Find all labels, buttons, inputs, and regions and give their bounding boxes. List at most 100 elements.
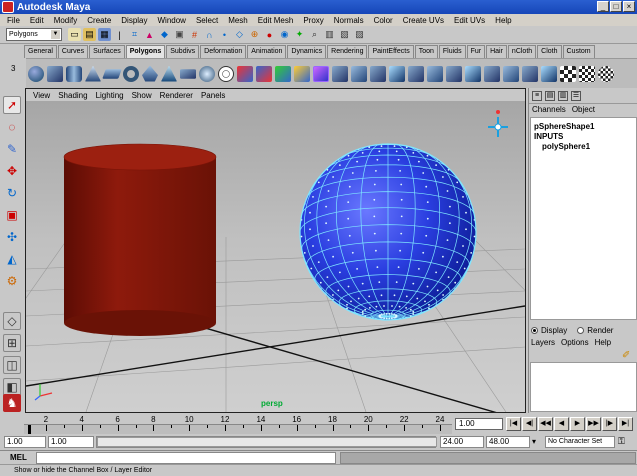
select-object-icon[interactable]: ▲ <box>143 28 156 41</box>
collapse-icon[interactable] <box>484 65 500 82</box>
poly-plane-icon[interactable] <box>102 68 122 79</box>
poly-cylinder[interactable] <box>63 143 217 336</box>
menu-edit-uvs[interactable]: Edit UVs <box>449 16 490 25</box>
attribute-icon[interactable]: ▥ <box>558 90 568 101</box>
ipr-render-icon[interactable]: ◉ <box>278 28 291 41</box>
command-language-label[interactable]: MEL <box>10 453 27 462</box>
universal-manipulator-icon[interactable]: ✣ <box>3 228 21 246</box>
step-back-frame-icon[interactable]: ◀| <box>522 417 537 431</box>
menu-set-selector[interactable]: Polygons ▼ <box>6 28 62 41</box>
step-back-key-icon[interactable]: ◀◀ <box>538 417 553 431</box>
menu-proxy[interactable]: Proxy <box>298 16 328 25</box>
end-time-field[interactable]: 48.00 <box>486 436 530 448</box>
layer-list[interactable] <box>530 362 637 412</box>
smooth-icon[interactable] <box>294 65 310 82</box>
history-icon[interactable]: ⊕ <box>248 28 261 41</box>
auto-key-icon[interactable]: ⚿ <box>618 436 636 448</box>
snap-grid-icon[interactable]: # <box>188 28 201 41</box>
scale-tool-icon[interactable]: ▣ <box>3 206 21 224</box>
display-radio[interactable] <box>531 326 538 334</box>
playback-start-field[interactable]: 1.00 <box>48 436 94 448</box>
menu-normals[interactable]: Normals <box>329 16 369 25</box>
select-hierarchy-icon[interactable]: ⌗ <box>128 28 141 41</box>
shelf-tab-deformation[interactable]: Deformation <box>200 45 247 58</box>
lasso-tool-icon[interactable]: ◌ <box>3 118 21 136</box>
bevel-icon[interactable] <box>446 65 462 82</box>
shelf-tab-dynamics[interactable]: Dynamics <box>287 45 327 58</box>
shelf-tab-subdivs[interactable]: Subdivs <box>166 45 200 58</box>
minimize-button[interactable]: _ <box>597 1 609 12</box>
render-settings-icon[interactable]: ✦ <box>293 28 306 41</box>
layer-editor-icon[interactable]: ▤ <box>545 90 555 101</box>
menu-edit[interactable]: Edit <box>25 16 49 25</box>
command-input[interactable] <box>36 452 336 464</box>
shelf-tab-curves[interactable]: Curves <box>57 45 89 58</box>
show-manipulator-icon[interactable]: ⚙ <box>3 272 21 290</box>
triangulate-icon[interactable] <box>522 65 538 82</box>
average-vertices-icon[interactable] <box>313 65 329 82</box>
select-tool-icon[interactable]: ➚ <box>3 96 21 114</box>
menu-modify[interactable]: Modify <box>49 16 83 25</box>
shelf-tab-fluids[interactable]: Fluids <box>438 45 466 58</box>
tool-settings-icon[interactable]: ▧ <box>338 28 351 41</box>
new-layer-icon[interactable]: ✐ <box>622 350 630 361</box>
character-set-arrow-icon[interactable]: ▾ <box>532 437 536 446</box>
delete-edge-icon[interactable] <box>503 65 519 82</box>
character-set-selector[interactable]: No Character Set <box>545 436 615 448</box>
step-forward-key-icon[interactable]: ▶▶ <box>586 417 601 431</box>
persp-outliner-layout-icon[interactable]: ◫ <box>3 356 21 374</box>
combine-icon[interactable] <box>237 65 253 82</box>
panel-menu-show[interactable]: Show <box>128 91 156 100</box>
list-icon[interactable]: ☰ <box>571 90 581 101</box>
shelf-tab-general[interactable]: General <box>24 45 57 58</box>
extrude-icon[interactable] <box>332 65 348 82</box>
shelf-tab-rendering[interactable]: Rendering <box>327 45 368 58</box>
snap-plane-icon[interactable]: ◇ <box>233 28 246 41</box>
go-to-start-icon[interactable]: |◀ <box>506 417 521 431</box>
channel-box-icon[interactable]: ≡ <box>532 90 542 101</box>
go-to-end-icon[interactable]: ▶| <box>618 417 633 431</box>
render-radio[interactable] <box>577 326 585 334</box>
view-compass-icon[interactable] <box>488 110 508 137</box>
menu-window[interactable]: Window <box>153 16 191 25</box>
save-scene-icon[interactable]: ▦ <box>98 28 111 41</box>
poly-cylinder-icon[interactable] <box>66 65 82 82</box>
start-time-field[interactable]: 1.00 <box>4 436 46 448</box>
snap-point-icon[interactable]: • <box>218 28 231 41</box>
shelf-tab-custom[interactable]: Custom <box>562 45 595 58</box>
shelf-tab-fur[interactable]: Fur <box>466 45 486 58</box>
range-slider-track[interactable] <box>96 436 437 448</box>
open-scene-icon[interactable]: ▤ <box>83 28 96 41</box>
panel-menu-shading[interactable]: Shading <box>54 91 91 100</box>
poly-torus-icon[interactable] <box>123 65 139 82</box>
separate-icon[interactable] <box>256 65 272 82</box>
insert-edge-loop-icon[interactable] <box>408 65 424 82</box>
channel-box-toggle-icon[interactable]: ▨ <box>353 28 366 41</box>
menu-layers[interactable]: Layers <box>531 338 555 347</box>
new-scene-icon[interactable]: ▭ <box>68 28 81 41</box>
panel-menu-lighting[interactable]: Lighting <box>92 91 128 100</box>
shelf-tab-ncloth[interactable]: nCloth <box>507 45 537 58</box>
step-forward-frame-icon[interactable]: |▶ <box>602 417 617 431</box>
merge-vertices-icon[interactable] <box>465 65 481 82</box>
append-polygon-icon[interactable] <box>370 65 386 82</box>
render-icon[interactable]: ● <box>263 28 276 41</box>
attribute-editor-icon[interactable]: ▥ <box>323 28 336 41</box>
offset-edge-loop-icon[interactable] <box>427 65 443 82</box>
rotate-tool-icon[interactable]: ↻ <box>3 184 21 202</box>
poly-cone-icon[interactable] <box>85 65 101 82</box>
playback-end-field[interactable]: 24.00 <box>440 436 484 448</box>
menu-create[interactable]: Create <box>82 16 116 25</box>
move-tool-icon[interactable]: ✥ <box>3 162 21 180</box>
menu-select[interactable]: Select <box>191 16 223 25</box>
planar-mapping-icon[interactable] <box>560 65 576 82</box>
quadrangulate-icon[interactable] <box>541 65 557 82</box>
select-component-icon[interactable]: ◆ <box>158 28 171 41</box>
range-slider-bar[interactable] <box>97 437 437 447</box>
panel-menu-panels[interactable]: Panels <box>197 91 229 100</box>
menu-layer-help[interactable]: Help <box>595 338 611 347</box>
poly-helix-icon[interactable] <box>199 65 215 82</box>
menu-display[interactable]: Display <box>116 16 152 25</box>
poly-sphere-selected[interactable] <box>299 143 477 321</box>
shelf-tab-polygons[interactable]: Polygons <box>125 45 166 58</box>
